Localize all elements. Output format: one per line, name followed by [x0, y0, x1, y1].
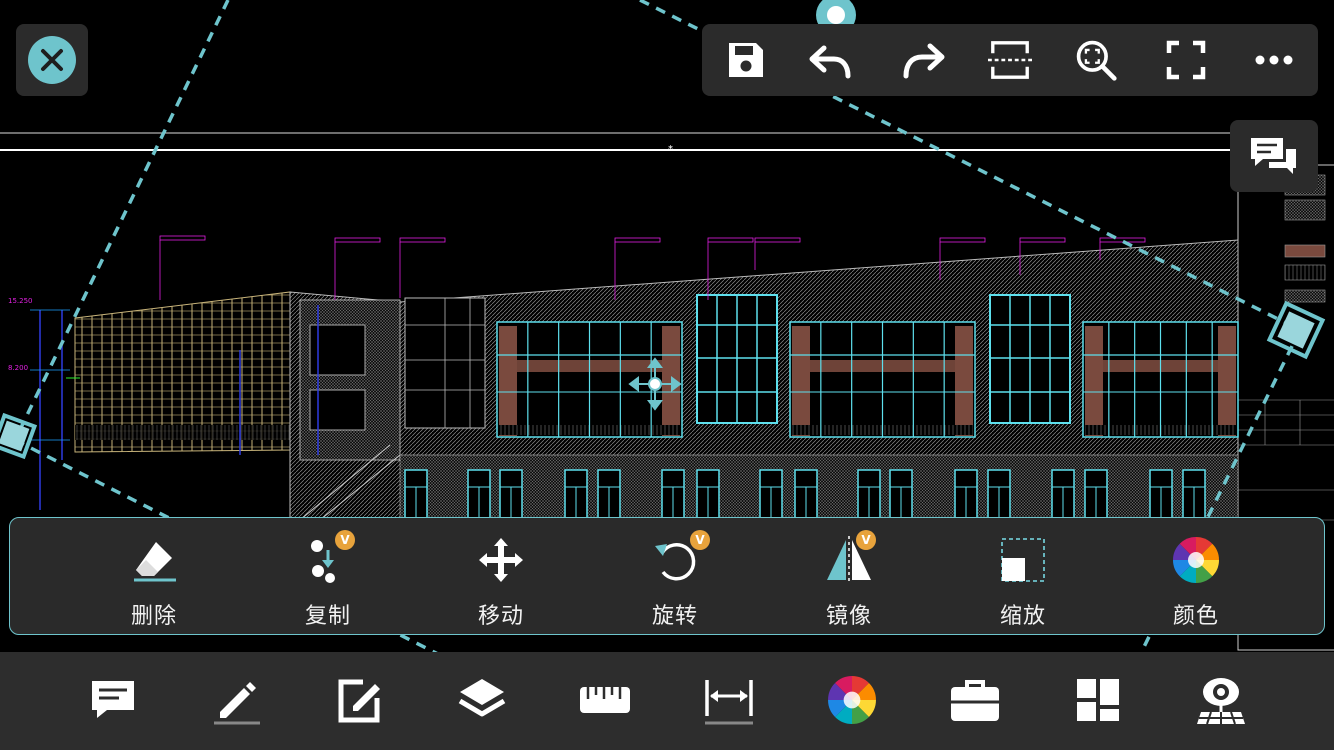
pen-button[interactable] [208, 672, 264, 728]
section-button[interactable] [988, 38, 1032, 82]
delete-button[interactable]: 删除 [99, 518, 209, 636]
cad-drawing-canvas[interactable]: * 15.250 8.200 [0, 0, 1334, 750]
rotate-button[interactable]: V 旋转 [620, 518, 730, 636]
comment-icon [92, 681, 134, 718]
mirror-button[interactable]: V 镜像 [794, 518, 904, 636]
layers-icon [458, 679, 506, 717]
dimension-icon [705, 680, 753, 725]
pencil-icon [214, 682, 260, 725]
mirror-label: 镜像 [825, 604, 872, 629]
redo-icon [903, 43, 945, 79]
redo-button[interactable] [902, 38, 946, 82]
svg-text:*: * [668, 144, 673, 155]
move-button[interactable]: 移动 [446, 518, 556, 636]
close-icon [28, 36, 76, 84]
annotation-button[interactable] [85, 672, 141, 728]
edit-tools-panel: 删除 V 复制 移动 V 旋转 V 镜像 缩放 颜色 [9, 517, 1325, 635]
toolbox-icon [951, 680, 999, 721]
rotate-badge: V [690, 530, 710, 550]
close-button[interactable] [16, 24, 88, 96]
color-button[interactable]: 颜色 [1141, 518, 1251, 636]
undo-icon [809, 45, 851, 79]
zoom-extent-button[interactable] [1074, 38, 1118, 82]
svg-text:15.250: 15.250 [8, 297, 33, 305]
grid-icon [1077, 679, 1119, 721]
color-wheel-icon [1173, 537, 1219, 583]
measure-button[interactable] [577, 672, 633, 728]
color-palette-button[interactable] [824, 672, 880, 728]
eraser-icon [134, 542, 176, 582]
comments-button[interactable] [1230, 120, 1318, 192]
scale-button[interactable]: 缩放 [968, 518, 1078, 636]
edit-icon [338, 679, 380, 723]
copy-label: 复制 [304, 604, 351, 629]
color-wheel-icon [828, 676, 876, 724]
ruler-icon [580, 687, 630, 713]
save-icon [729, 43, 763, 77]
layers-button[interactable] [454, 672, 510, 728]
undo-button[interactable] [808, 38, 852, 82]
delete-label: 删除 [130, 604, 177, 629]
more-icon [1255, 55, 1293, 65]
zoom-extent-icon [1076, 40, 1117, 81]
scale-icon [1001, 538, 1045, 582]
mirror-badge: V [856, 530, 876, 550]
grid-button[interactable] [1070, 672, 1126, 728]
dimension-button[interactable] [701, 672, 757, 728]
top-toolbar [702, 24, 1318, 96]
copy-button[interactable]: V 复制 [273, 518, 383, 636]
section-icon [988, 41, 1032, 79]
comments-icon [1251, 138, 1296, 174]
scale-label: 缩放 [999, 604, 1046, 629]
view-3d-icon [1197, 678, 1245, 725]
copy-badge: V [335, 530, 355, 550]
save-button[interactable] [724, 38, 768, 82]
move-label: 移动 [477, 604, 524, 629]
edit-button[interactable] [331, 672, 387, 728]
fullscreen-icon [1166, 40, 1206, 80]
fullscreen-button[interactable] [1164, 38, 1208, 82]
svg-text:8.200: 8.200 [8, 364, 28, 372]
move-icon [479, 538, 523, 582]
toolbox-button[interactable] [947, 672, 1003, 728]
rotate-label: 旋转 [651, 604, 698, 629]
color-label: 颜色 [1172, 604, 1219, 629]
view-3d-button[interactable] [1193, 672, 1249, 728]
more-button[interactable] [1252, 38, 1296, 82]
bottom-toolbar [0, 652, 1334, 750]
